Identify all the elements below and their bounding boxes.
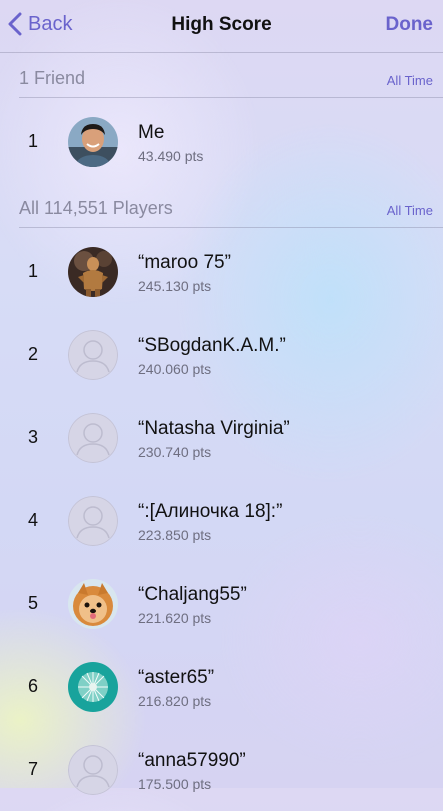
players-section-title: All 114,551 Players — [19, 198, 173, 218]
leaderboard-row-3[interactable]: 3 “Natasha Virginia” 230.740 pts — [0, 396, 443, 479]
divider — [19, 97, 443, 98]
avatar-photo-man — [68, 117, 118, 167]
player-score: 175.500 pts — [138, 776, 212, 792]
player-name: Me — [138, 122, 165, 143]
player-name: “:[Алиночка 18]:” — [138, 501, 283, 522]
friends-section-header: 1 Friend All Time — [0, 53, 443, 98]
player-name: “SBogdanK.A.M.” — [138, 335, 286, 356]
player-score: 216.820 pts — [138, 693, 212, 709]
player-name: “Natasha Virginia” — [138, 418, 290, 439]
player-name: “anna57990” — [138, 750, 246, 771]
rank-number: 2 — [27, 344, 38, 364]
rank-number: 6 — [27, 676, 38, 696]
friends-section-title: 1 Friend — [19, 68, 86, 88]
player-name: “maroo 75” — [138, 252, 231, 273]
friends-time-filter[interactable]: All Time — [387, 73, 433, 88]
leaderboard-row-1[interactable]: 1 “maroo 75” 245.130 pts — [0, 230, 443, 313]
rank-number: 1 — [27, 131, 38, 151]
default-person-icon — [68, 413, 118, 463]
avatar-photo-dog — [68, 579, 118, 629]
player-score: 230.740 pts — [138, 444, 212, 460]
avatar-photo-statue — [68, 247, 118, 297]
player-score: 245.130 pts — [138, 278, 212, 294]
players-time-filter[interactable]: All Time — [387, 203, 433, 218]
avatar-photo-dandelion — [68, 662, 118, 712]
page-title: High Score — [171, 14, 272, 35]
leaderboard-row-5[interactable]: 5 “Chaljang55” 221.620 pts — [0, 562, 443, 645]
rank-number: 1 — [27, 261, 38, 281]
done-button[interactable]: Done — [386, 14, 434, 36]
player-score: 240.060 pts — [138, 361, 212, 377]
default-person-icon — [68, 330, 118, 380]
leaderboard-row-6[interactable]: 6 “aster65” 216.820 pts — [0, 645, 443, 728]
divider — [19, 227, 443, 228]
rank-number: 7 — [27, 759, 38, 779]
rank-number: 4 — [27, 510, 38, 530]
rank-number: 5 — [27, 593, 38, 613]
player-score: 43.490 pts — [138, 148, 204, 164]
leaderboard-row-friend-1[interactable]: 1 Me 43.490 pts — [0, 100, 443, 183]
leaderboard-row-4[interactable]: 4 “:[Алиночка 18]:” 223.850 pts — [0, 479, 443, 562]
players-section-header: All 114,551 Players All Time — [0, 183, 443, 228]
rank-number: 3 — [27, 427, 38, 447]
leaderboard-row-2[interactable]: 2 “SBogdanK.A.M.” 240.060 pts — [0, 313, 443, 396]
player-score: 221.620 pts — [138, 610, 212, 626]
leaderboard-row-7[interactable]: 7 “anna57990” 175.500 pts — [0, 728, 443, 811]
player-score: 223.850 pts — [138, 527, 212, 543]
navigation-bar: Back High Score Done — [0, 0, 443, 53]
player-name: “aster65” — [138, 667, 215, 688]
default-person-icon — [68, 496, 118, 546]
player-name: “Chaljang55” — [138, 584, 247, 605]
